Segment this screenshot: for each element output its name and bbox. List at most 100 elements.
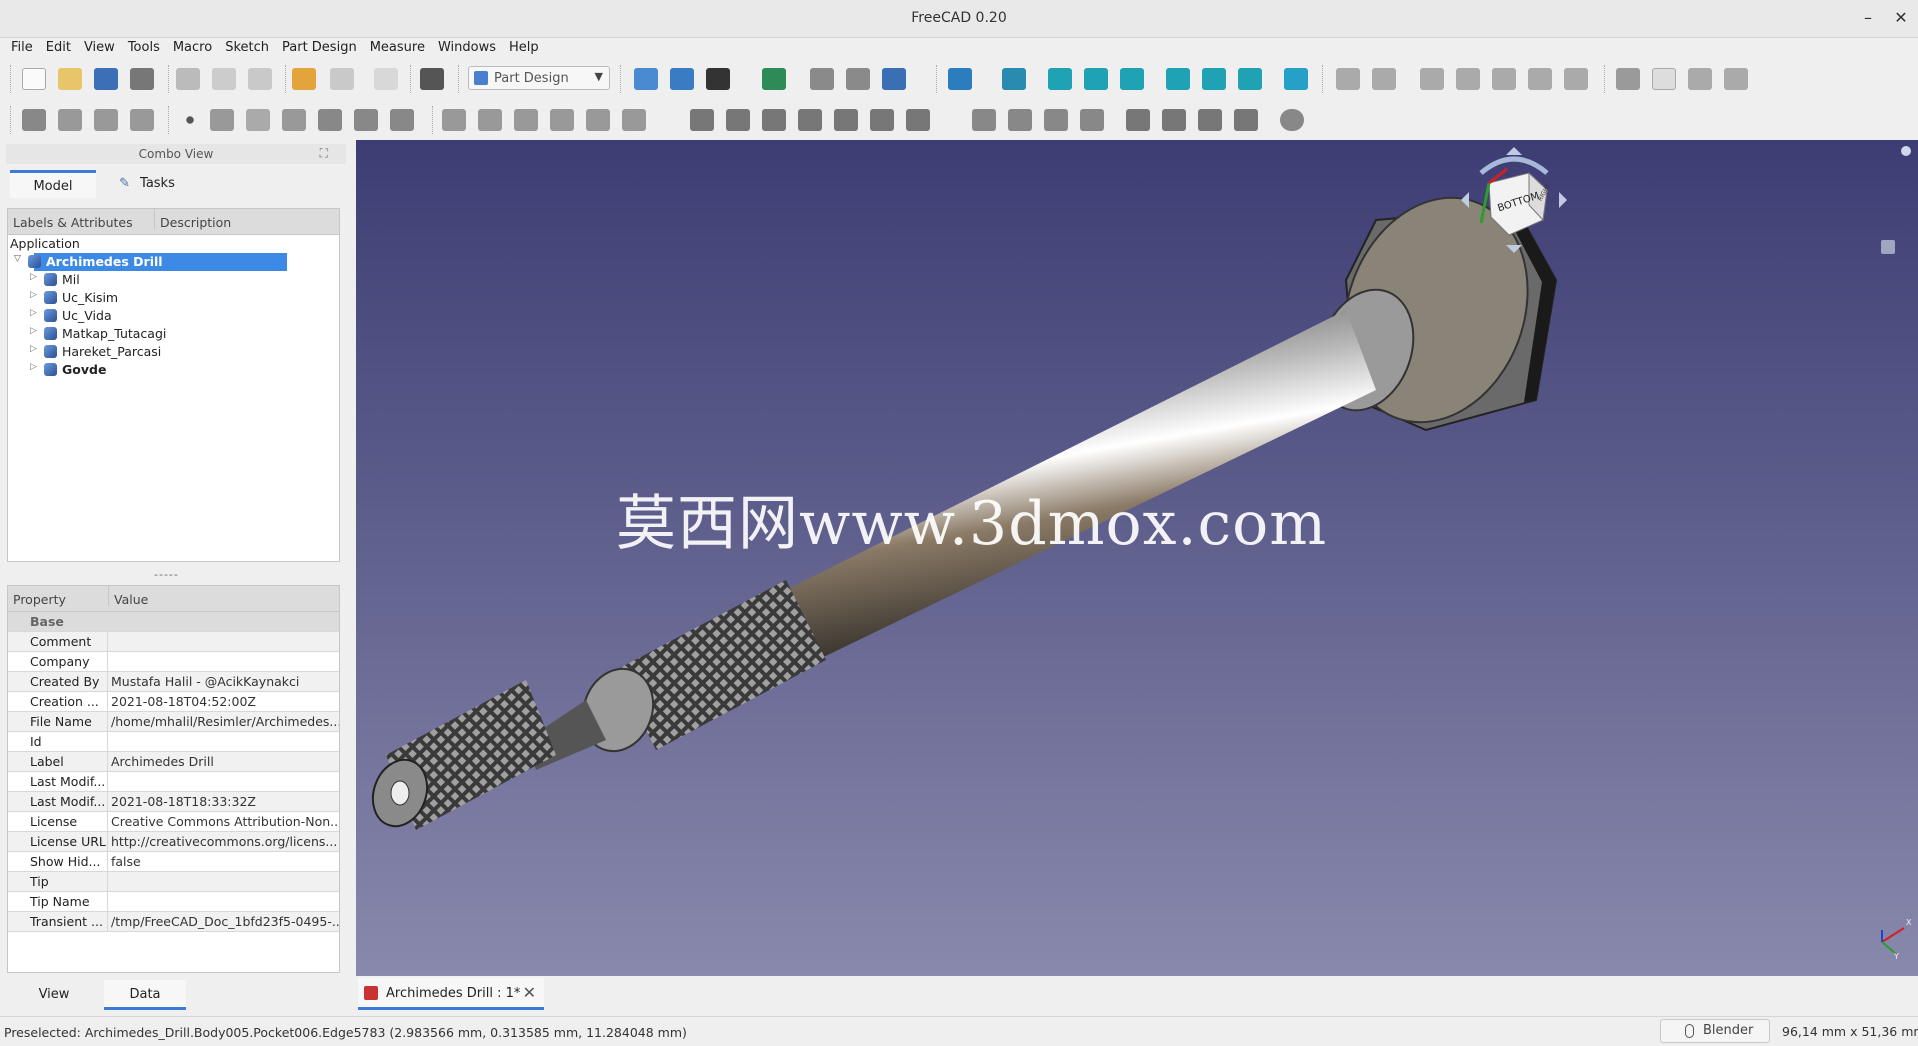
tab-tasks[interactable]: ✎ Tasks [102, 170, 192, 198]
property-value[interactable]: Archimedes Drill [111, 754, 339, 769]
tree-item-archimedes-drill[interactable]: ▽ Archimedes Drill [8, 253, 339, 271]
thickness-icon[interactable] [1234, 109, 1258, 131]
navigation-cube[interactable]: BOTTOM RIGHT [1459, 145, 1569, 255]
measure-icon[interactable] [1284, 68, 1308, 90]
redo-icon[interactable] [330, 68, 354, 90]
expand-arrow-icon[interactable]: ▷ [30, 290, 37, 300]
pocket-icon[interactable] [690, 109, 714, 131]
fit-selection-icon[interactable] [670, 68, 694, 90]
menu-edit[interactable]: Edit [39, 38, 77, 55]
undo-icon[interactable] [292, 68, 316, 90]
property-value[interactable]: 2021-08-18T18:33:32Z [111, 794, 339, 809]
body-icon[interactable] [22, 109, 46, 131]
property-row[interactable]: Last Modif... [8, 772, 339, 792]
tab-model[interactable]: Model [10, 170, 96, 198]
datum-point-icon[interactable] [178, 109, 202, 131]
std-tool6-icon[interactable] [1528, 68, 1552, 90]
whats-this-icon[interactable] [420, 68, 444, 90]
print-icon[interactable] [130, 68, 154, 90]
tree-item-uc-kisim[interactable]: ▷ Uc_Kisim [8, 289, 339, 307]
fillet-icon[interactable] [1126, 109, 1150, 131]
tree-item-hareket-parcasi[interactable]: ▷ Hareket_Parcasi [8, 343, 339, 361]
navigation-style-button[interactable]: Blender [1660, 1019, 1770, 1043]
revolution-icon[interactable] [478, 109, 502, 131]
property-header-name[interactable]: Property [13, 592, 66, 607]
link-actions-icon[interactable] [1724, 68, 1748, 90]
shape-binder-icon[interactable] [318, 109, 342, 131]
navcube-menu-icon[interactable] [1881, 240, 1895, 254]
isometric-icon[interactable] [1002, 68, 1026, 90]
view-front-icon[interactable] [1048, 68, 1072, 90]
3d-viewport[interactable]: 莫西网www.3dmox.com BOTTOM RIGHT X Y [356, 140, 1918, 976]
subshape-binder-icon[interactable] [354, 109, 378, 131]
subtractive-pipe-icon[interactable] [834, 109, 858, 131]
paste-icon[interactable] [248, 68, 272, 90]
tree-item-govde[interactable]: ▷ Govde [8, 361, 339, 379]
part-icon[interactable] [1616, 68, 1640, 90]
additive-primitive-icon[interactable] [622, 109, 646, 131]
property-value[interactable]: Mustafa Halil - @AcikKaynakci [111, 674, 339, 689]
open-file-icon[interactable] [58, 68, 82, 90]
property-row[interactable]: Company [8, 652, 339, 672]
panel-splitter[interactable]: ----- [154, 568, 179, 581]
property-row[interactable]: License Creative Commons Attribution-Non.… [8, 812, 339, 832]
tree-item-matkap-tutacagi[interactable]: ▷ Matkap_Tutacagi [8, 325, 339, 343]
attach-icon[interactable] [94, 109, 118, 131]
tab-view[interactable]: View [4, 980, 104, 1010]
undock-icon[interactable]: ⛶ [320, 146, 328, 161]
pad-icon[interactable] [442, 109, 466, 131]
subtractive-primitive-icon[interactable] [906, 109, 930, 131]
draft-icon[interactable] [1198, 109, 1222, 131]
property-value[interactable]: /tmp/FreeCAD_Doc_1bfd23f5-0495-... [111, 914, 339, 929]
expand-arrow-icon[interactable]: ▷ [30, 344, 37, 354]
property-value[interactable]: Creative Commons Attribution-Non... [111, 814, 339, 829]
tree-item-mil[interactable]: ▷ Mil [8, 271, 339, 289]
additive-helix-icon[interactable] [586, 109, 610, 131]
view-top-icon[interactable] [1084, 68, 1108, 90]
subtractive-helix-icon[interactable] [870, 109, 894, 131]
property-value[interactable]: 2021-08-18T04:52:00Z [111, 694, 339, 709]
sync-view-icon[interactable] [882, 68, 906, 90]
property-row[interactable]: Show Hid... false [8, 852, 339, 872]
view-rear-icon[interactable] [1166, 68, 1190, 90]
expand-arrow-icon[interactable]: ▷ [30, 362, 37, 372]
tree-item-uc-vida[interactable]: ▷ Uc_Vida [8, 307, 339, 325]
draw-style-icon[interactable] [706, 68, 730, 90]
menu-tools[interactable]: Tools [121, 38, 166, 55]
menu-part-design[interactable]: Part Design [275, 38, 363, 55]
validate-icon[interactable] [130, 109, 154, 131]
property-row[interactable]: Creation ... 2021-08-18T04:52:00Z [8, 692, 339, 712]
tree-header-description[interactable]: Description [154, 209, 231, 230]
std-tool7-icon[interactable] [1564, 68, 1588, 90]
property-value[interactable]: false [111, 854, 339, 869]
minimize-icon[interactable]: – [1857, 8, 1879, 27]
new-file-icon[interactable] [22, 68, 46, 90]
view-bottom-icon[interactable] [1202, 68, 1226, 90]
property-row[interactable]: Tip Name [8, 892, 339, 912]
save-icon[interactable] [94, 68, 118, 90]
close-window-icon[interactable]: ✕ [1890, 8, 1912, 27]
property-row[interactable]: Transient .../tmp/FreeCAD_Doc_1bfd23f5-0… [8, 912, 339, 932]
property-row[interactable]: Comment [8, 632, 339, 652]
collapse-arrow-icon[interactable]: ▽ [14, 254, 21, 264]
document-tab[interactable]: Archimedes Drill : 1* ✕ [358, 978, 544, 1010]
chamfer-icon[interactable] [1162, 109, 1186, 131]
property-value[interactable]: http://creativecommons.org/licens... [111, 834, 339, 849]
workbench-selector[interactable]: Part Design ▼ [468, 66, 610, 90]
menu-view[interactable]: View [77, 38, 121, 55]
std-tool1-icon[interactable] [1336, 68, 1360, 90]
menu-help[interactable]: Help [502, 38, 545, 55]
fit-all-icon[interactable] [634, 68, 658, 90]
expand-arrow-icon[interactable]: ▷ [30, 326, 37, 336]
datum-line-icon[interactable] [210, 109, 234, 131]
view-left-icon[interactable] [1238, 68, 1262, 90]
property-row[interactable]: Id [8, 732, 339, 752]
mirrored-icon[interactable] [972, 109, 996, 131]
back-icon[interactable] [810, 68, 834, 90]
cut-icon[interactable] [176, 68, 200, 90]
menu-measure[interactable]: Measure [363, 38, 431, 55]
groove-icon[interactable] [762, 109, 786, 131]
std-tool2-icon[interactable] [1372, 68, 1396, 90]
multitransform-icon[interactable] [1080, 109, 1104, 131]
clone-icon[interactable] [390, 109, 414, 131]
